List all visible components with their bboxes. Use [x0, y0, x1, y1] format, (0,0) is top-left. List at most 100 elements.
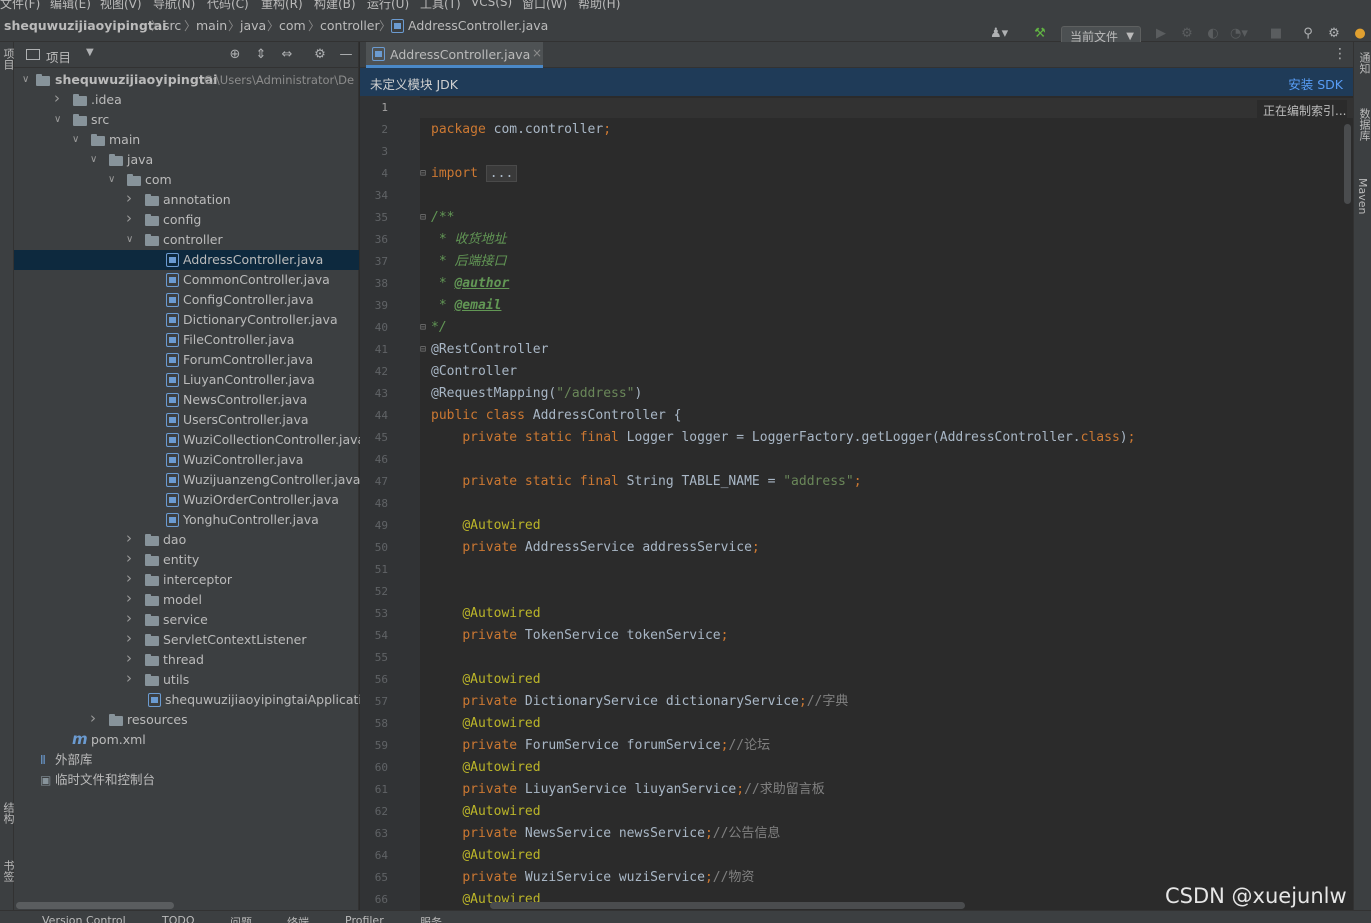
- chevron-down-icon[interactable]: ∨: [90, 150, 102, 170]
- project-view-title[interactable]: 项目: [46, 47, 71, 66]
- menu-item[interactable]: 重构(R): [261, 0, 303, 10]
- tree-item[interactable]: ForumController.java: [14, 350, 359, 370]
- tree-item[interactable]: FileController.java: [14, 330, 359, 350]
- code-line[interactable]: @Autowired: [431, 604, 540, 624]
- chevron-right-icon[interactable]: ›: [126, 208, 138, 228]
- chevron-right-icon[interactable]: ›: [126, 188, 138, 208]
- code-line[interactable]: @Autowired: [431, 714, 540, 734]
- tree-item[interactable]: › utils: [14, 668, 359, 690]
- menu-item[interactable]: 代码(C): [207, 0, 249, 10]
- code-line[interactable]: @RestController: [431, 340, 548, 360]
- code-line[interactable]: import ...: [431, 164, 518, 184]
- chevron-down-icon[interactable]: ∨: [108, 170, 120, 190]
- chevron-right-icon[interactable]: ›: [126, 528, 138, 548]
- tree-item[interactable]: ▣ 临时文件和控制台: [14, 770, 359, 790]
- chevron-down-icon[interactable]: ▼: [86, 47, 94, 58]
- code-line[interactable]: private NewsService newsService;//公告信息: [431, 824, 780, 844]
- code-line[interactable]: /**: [431, 208, 454, 228]
- maven-tool-tab[interactable]: Maven: [1356, 178, 1369, 214]
- stop-icon[interactable]: ■: [1268, 26, 1284, 42]
- bottom-tool-tab[interactable]: Version Control: [42, 914, 126, 923]
- tree-item[interactable]: LiuyanController.java: [14, 370, 359, 390]
- tree-item[interactable]: AddressController.java: [14, 250, 359, 270]
- horizontal-scrollbar[interactable]: [490, 902, 965, 909]
- bottom-tool-tab[interactable]: 服务: [420, 914, 442, 923]
- code-line[interactable]: private LiuyanService liuyanService;//求助…: [431, 780, 824, 800]
- tree-item[interactable]: CommonController.java: [14, 270, 359, 290]
- chevron-down-icon[interactable]: ∨: [22, 70, 34, 90]
- project-horizontal-scrollbar[interactable]: [16, 902, 174, 909]
- code-line[interactable]: @Autowired: [431, 516, 540, 536]
- menu-item[interactable]: 文件(F): [0, 0, 40, 10]
- code-line[interactable]: private AddressService addressService;: [431, 538, 759, 558]
- debug-icon[interactable]: ⚙: [1179, 26, 1195, 42]
- install-sdk-link[interactable]: 安装 SDK: [1288, 74, 1343, 93]
- chevron-down-icon[interactable]: ∨: [126, 230, 138, 250]
- tree-item[interactable]: Ⅱ 外部库: [14, 750, 359, 770]
- coverage-icon[interactable]: ◐: [1205, 26, 1221, 42]
- chevron-right-icon[interactable]: ›: [90, 708, 102, 728]
- tree-item[interactable]: UsersController.java: [14, 410, 359, 430]
- fold-marker-icon[interactable]: ⊟: [420, 344, 430, 355]
- tree-item[interactable]: WuzijuanzengController.java: [14, 470, 360, 490]
- code-line[interactable]: private WuziService wuziService;//物资: [431, 868, 754, 888]
- menu-item[interactable]: 导航(N): [153, 0, 195, 10]
- code-line[interactable]: private static final Logger logger = Log…: [431, 428, 1135, 448]
- menu-item[interactable]: 窗口(W): [522, 0, 567, 10]
- code-line[interactable]: @Autowired: [431, 802, 540, 822]
- tree-item[interactable]: › config: [14, 208, 359, 230]
- tree-item[interactable]: › ServletContextListener: [14, 628, 359, 650]
- fold-marker-icon[interactable]: ⊟: [420, 322, 430, 333]
- tree-item[interactable]: ConfigController.java: [14, 290, 359, 310]
- code-line[interactable]: @Autowired: [431, 758, 540, 778]
- chevron-right-icon[interactable]: ›: [126, 548, 138, 568]
- tree-root[interactable]: ∨ shequwuzijiaoyipingtai C:\Users\Admini…: [14, 70, 359, 90]
- bottom-tool-tab[interactable]: Profiler: [345, 914, 384, 923]
- chevron-right-icon[interactable]: ›: [126, 668, 138, 688]
- tree-item[interactable]: shequwuzijiaoyipingtaiApplication.jav: [14, 690, 400, 710]
- breadcrumb-item[interactable]: main: [196, 18, 227, 33]
- code-line[interactable]: public class AddressController {: [431, 406, 681, 426]
- chevron-right-icon[interactable]: ›: [54, 88, 66, 108]
- menu-item[interactable]: 构建(B): [314, 0, 356, 10]
- tree-item[interactable]: WuziController.java: [14, 450, 359, 470]
- code-line[interactable]: package com.controller;: [431, 120, 611, 140]
- tree-item[interactable]: ∨ com: [14, 170, 359, 190]
- tree-item[interactable]: YonghuController.java: [14, 510, 359, 530]
- tree-item[interactable]: NewsController.java: [14, 390, 359, 410]
- tree-item[interactable]: › entity: [14, 548, 359, 570]
- code-line[interactable]: private ForumService forumService;//论坛: [431, 736, 770, 756]
- tree-item[interactable]: DictionaryController.java: [14, 310, 359, 330]
- chevron-right-icon[interactable]: ›: [126, 628, 138, 648]
- run-icon[interactable]: ▶: [1153, 26, 1169, 42]
- search-icon[interactable]: ⚲: [1300, 26, 1316, 42]
- tree-item[interactable]: › thread: [14, 648, 359, 670]
- menu-item[interactable]: 工具(T): [420, 0, 461, 10]
- tree-item[interactable]: m pom.xml: [14, 730, 359, 750]
- tree-item[interactable]: ∨ src: [14, 110, 359, 130]
- tree-item[interactable]: › .idea: [14, 88, 359, 110]
- code-line[interactable]: @Controller: [431, 362, 517, 382]
- code-line[interactable]: private static final String TABLE_NAME =…: [431, 472, 861, 492]
- tree-item[interactable]: › interceptor: [14, 569, 359, 590]
- menu-item[interactable]: 帮助(H): [578, 0, 620, 10]
- chevron-right-icon[interactable]: ›: [126, 608, 138, 628]
- chevron-right-icon[interactable]: ›: [126, 648, 138, 668]
- code-line[interactable]: private TokenService tokenService;: [431, 626, 728, 646]
- tree-item[interactable]: WuziCollectionController.java: [14, 430, 365, 450]
- tree-item[interactable]: ∨ controller: [14, 230, 359, 250]
- gear-icon[interactable]: ⚙: [1326, 26, 1342, 42]
- tree-item[interactable]: ∨ main: [14, 130, 359, 150]
- expand-all-icon[interactable]: ⇕: [253, 47, 269, 63]
- menu-item[interactable]: VCS(S): [471, 0, 512, 9]
- profile-icon[interactable]: ◔▾: [1230, 26, 1248, 42]
- tree-item[interactable]: › model: [14, 589, 359, 610]
- breadcrumb-item[interactable]: shequwuzijiaoyipingtai: [4, 18, 166, 33]
- hide-panel-icon[interactable]: —: [338, 47, 354, 63]
- build-hammer-icon[interactable]: ⚒: [1032, 26, 1048, 42]
- breadcrumb-item[interactable]: com: [279, 18, 306, 33]
- bottom-tool-tab[interactable]: 终端: [287, 914, 309, 923]
- menu-item[interactable]: 视图(V): [100, 0, 142, 10]
- collapse-all-icon[interactable]: ⇔: [279, 47, 295, 63]
- more-icon[interactable]: ⋮: [1333, 46, 1347, 62]
